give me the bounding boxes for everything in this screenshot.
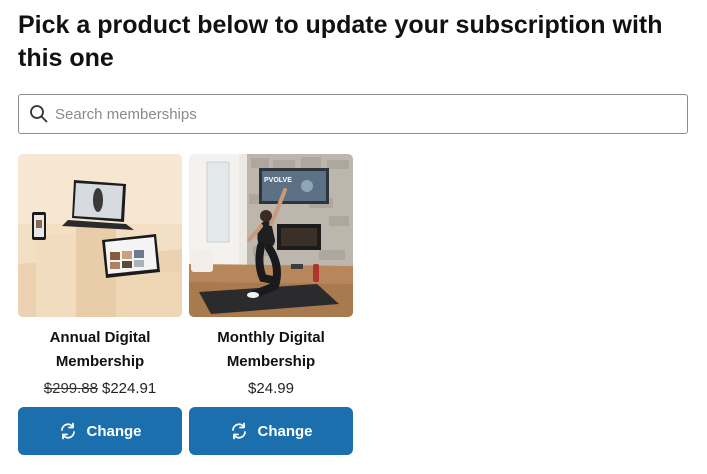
refresh-icon xyxy=(58,421,78,441)
workout-photo-image: PVOLVE xyxy=(189,154,353,317)
page-title: Pick a product below to update your subs… xyxy=(18,11,663,72)
product-price: $299.88 $224.91 xyxy=(18,380,182,398)
product-image[interactable]: PVOLVE xyxy=(189,154,353,317)
change-button-label: Change xyxy=(86,422,142,440)
product-price: $24.99 xyxy=(189,380,353,398)
search-input[interactable] xyxy=(55,96,687,132)
product-card-annual: Annual Digital Membership $299.88 $224.91… xyxy=(18,154,182,455)
product-card-monthly: PVOLVE Monthly Digital Membership $24.99… xyxy=(189,154,353,455)
change-button[interactable]: Change xyxy=(189,407,353,455)
search-box[interactable] xyxy=(18,94,688,134)
refresh-icon xyxy=(229,421,249,441)
product-image[interactable] xyxy=(18,154,182,317)
product-name: Monthly Digital Membership xyxy=(217,329,325,370)
tv-brand-text: PVOLVE xyxy=(264,177,292,184)
product-name: Annual Digital Membership xyxy=(49,329,151,370)
sale-price: $224.91 xyxy=(102,380,157,397)
search-icon xyxy=(19,95,55,133)
change-button[interactable]: Change xyxy=(18,407,182,455)
devices-product-image xyxy=(18,154,182,317)
original-price: $299.88 xyxy=(43,380,98,397)
price-value: $24.99 xyxy=(248,380,294,397)
change-button-label: Change xyxy=(257,422,313,440)
